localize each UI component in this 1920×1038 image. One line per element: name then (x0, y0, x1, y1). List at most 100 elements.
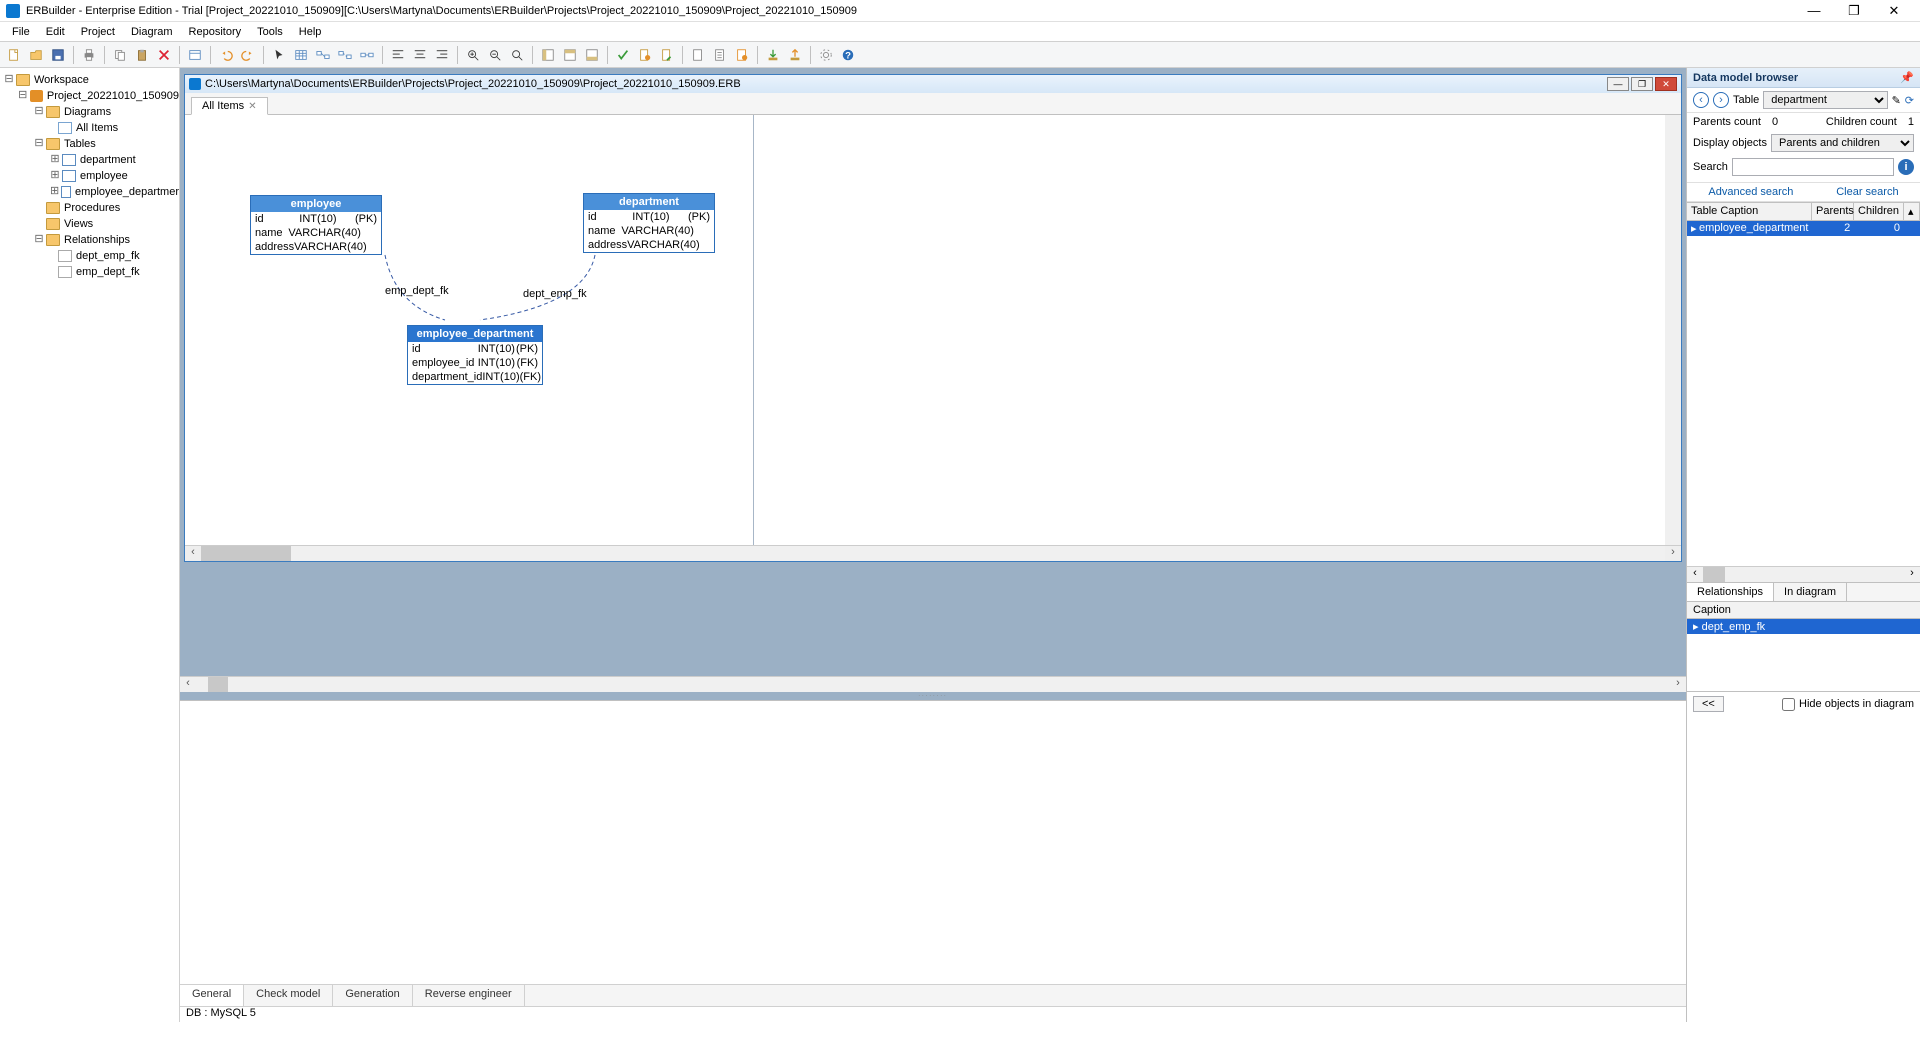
advanced-search-link[interactable]: Advanced search (1708, 186, 1793, 198)
tree-workspace[interactable]: Workspace (34, 74, 89, 86)
layout2-icon[interactable] (560, 45, 580, 65)
maximize-button[interactable]: ❐ (1834, 1, 1874, 21)
relation2-icon[interactable] (335, 45, 355, 65)
display-select[interactable]: Parents and children (1771, 134, 1914, 152)
doc-minimize[interactable]: — (1607, 77, 1629, 91)
grid-scroll-up[interactable]: ▴ (1904, 203, 1920, 220)
canvas-hscroll[interactable]: ‹› (185, 545, 1681, 561)
entity-department[interactable]: department idINT(10)(PK) nameVARCHAR(40)… (583, 193, 715, 253)
tree-relationships[interactable]: Relationships (64, 234, 130, 246)
bottom-panel: General Check model Generation Reverse e… (180, 700, 1686, 1022)
table-select[interactable]: department (1763, 91, 1887, 109)
btab-general[interactable]: General (180, 985, 244, 1006)
pointer-icon[interactable] (269, 45, 289, 65)
tree-procedures[interactable]: Procedures (64, 202, 120, 214)
entity-employee-department[interactable]: employee_department idINT(10)(PK) employ… (407, 325, 543, 385)
tree-allitems[interactable]: All Items (76, 122, 118, 134)
undo-icon[interactable] (216, 45, 236, 65)
tree-table-empdept[interactable]: employee_departmer (75, 186, 179, 198)
app-icon (6, 4, 20, 18)
menu-file[interactable]: File (4, 24, 38, 40)
doc-close[interactable]: ✕ (1655, 77, 1677, 91)
tree-rel-deptemp[interactable]: dept_emp_fk (76, 250, 140, 262)
doc1-icon[interactable] (688, 45, 708, 65)
menu-project[interactable]: Project (73, 24, 123, 40)
close-button[interactable]: ✕ (1874, 1, 1914, 21)
fk-label-deptemp[interactable]: dept_emp_fk (523, 288, 587, 300)
gen2-icon[interactable] (657, 45, 677, 65)
tree-project[interactable]: Project_20221010_150909 (47, 90, 179, 102)
menu-diagram[interactable]: Diagram (123, 24, 181, 40)
search-input[interactable] (1732, 158, 1894, 176)
nav-back-icon[interactable]: ‹ (1693, 92, 1709, 108)
layout3-icon[interactable] (582, 45, 602, 65)
check-icon[interactable] (613, 45, 633, 65)
pin-icon[interactable]: 📌 (1900, 71, 1914, 84)
tree-table-employee[interactable]: employee (80, 170, 128, 182)
splitter-grip[interactable]: ........ (180, 692, 1686, 698)
grid-hscroll[interactable]: ‹› (1687, 566, 1920, 582)
open-icon[interactable] (26, 45, 46, 65)
menu-help[interactable]: Help (291, 24, 330, 40)
settings-icon[interactable] (816, 45, 836, 65)
doc3-icon[interactable] (732, 45, 752, 65)
center-hscroll[interactable]: ‹› (180, 676, 1686, 692)
diagram-canvas[interactable]: employee idINT(10)(PK) nameVARCHAR(40) a… (185, 115, 1681, 545)
redo-icon[interactable] (238, 45, 258, 65)
align3-icon[interactable] (432, 45, 452, 65)
table-icon[interactable] (291, 45, 311, 65)
gen1-icon[interactable] (635, 45, 655, 65)
canvas-vscroll[interactable] (1665, 115, 1681, 545)
relation3-icon[interactable] (357, 45, 377, 65)
zoomfit-icon[interactable] (507, 45, 527, 65)
copy-icon[interactable] (110, 45, 130, 65)
tree-table-department[interactable]: department (80, 154, 136, 166)
info-icon[interactable]: i (1898, 159, 1914, 175)
export-icon[interactable] (785, 45, 805, 65)
btab-generation[interactable]: Generation (333, 985, 412, 1006)
tree-rel-empdept[interactable]: emp_dept_fk (76, 266, 140, 278)
entity-employee[interactable]: employee idINT(10)(PK) nameVARCHAR(40) a… (250, 195, 382, 255)
reltab-relationships[interactable]: Relationships (1687, 583, 1774, 601)
rel-caption-header[interactable]: Caption (1687, 602, 1920, 619)
menu-repository[interactable]: Repository (181, 24, 250, 40)
tab-allitems[interactable]: All Items✕ (191, 97, 268, 115)
delete-icon[interactable] (154, 45, 174, 65)
tree-tables[interactable]: Tables (64, 138, 96, 150)
newdiagram-icon[interactable] (185, 45, 205, 65)
nav-prev-button[interactable]: << (1693, 696, 1724, 712)
zoomout-icon[interactable] (485, 45, 505, 65)
align2-icon[interactable] (410, 45, 430, 65)
save-icon[interactable] (48, 45, 68, 65)
btab-check[interactable]: Check model (244, 985, 333, 1006)
rel-row[interactable]: ▸ dept_emp_fk (1687, 619, 1920, 634)
refresh-icon[interactable]: ⟳ (1905, 94, 1914, 107)
relation1-icon[interactable] (313, 45, 333, 65)
reltab-indiagram[interactable]: In diagram (1774, 583, 1847, 601)
menu-edit[interactable]: Edit (38, 24, 73, 40)
paste-icon[interactable] (132, 45, 152, 65)
fk-label-empdept[interactable]: emp_dept_fk (385, 285, 449, 297)
menubar: File Edit Project Diagram Repository Too… (0, 22, 1920, 42)
doc2-icon[interactable] (710, 45, 730, 65)
clear-search-link[interactable]: Clear search (1836, 186, 1898, 198)
grid-row[interactable]: ▸ employee_department 2 0 (1687, 221, 1920, 236)
doc-maximize[interactable]: ❐ (1631, 77, 1653, 91)
project-tree[interactable]: ⊟Workspace ⊟Project_20221010_150909 ⊟Dia… (0, 68, 180, 1022)
minimize-button[interactable]: — (1794, 1, 1834, 21)
align1-icon[interactable] (388, 45, 408, 65)
new-icon[interactable] (4, 45, 24, 65)
zoomin-icon[interactable] (463, 45, 483, 65)
import-icon[interactable] (763, 45, 783, 65)
layout1-icon[interactable] (538, 45, 558, 65)
btab-reverse[interactable]: Reverse engineer (413, 985, 525, 1006)
menu-tools[interactable]: Tools (249, 24, 291, 40)
help-icon[interactable]: ? (838, 45, 858, 65)
tree-diagrams[interactable]: Diagrams (64, 106, 111, 118)
tab-close-icon[interactable]: ✕ (248, 101, 256, 112)
tree-views[interactable]: Views (64, 218, 93, 230)
nav-fwd-icon[interactable]: › (1713, 92, 1729, 108)
edit-icon[interactable]: ✎ (1892, 94, 1901, 107)
hide-objects-checkbox[interactable]: Hide objects in diagram (1782, 698, 1914, 711)
print-icon[interactable] (79, 45, 99, 65)
